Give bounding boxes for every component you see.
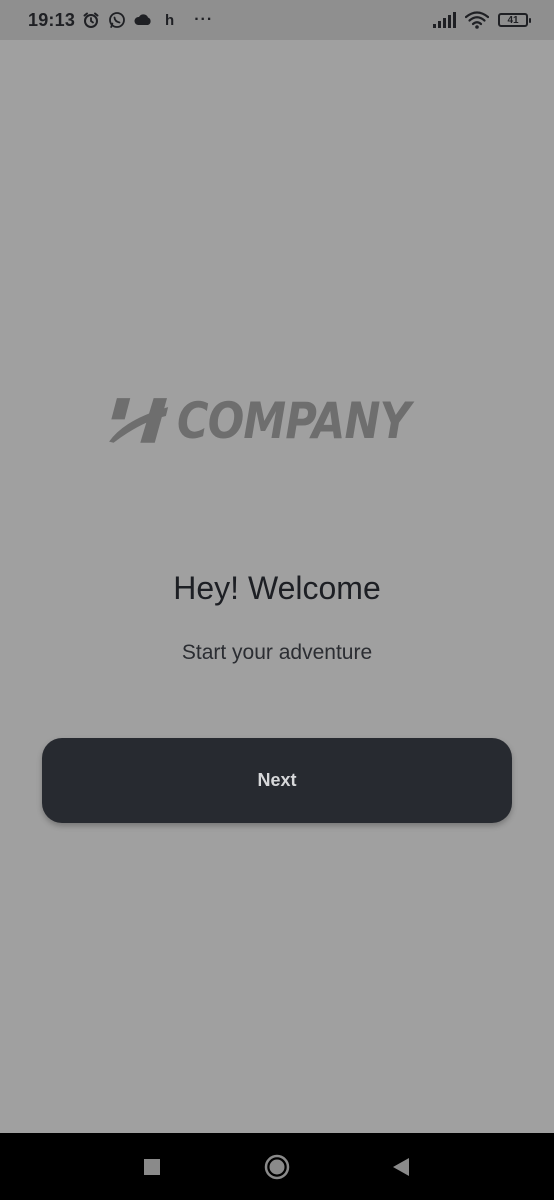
company-logo: COMPANY	[108, 378, 448, 464]
recents-button[interactable]	[122, 1133, 182, 1200]
navigation-bar	[0, 1133, 554, 1200]
welcome-subtitle: Start your adventure	[181, 641, 373, 664]
square-icon	[144, 1158, 160, 1175]
signal-icon	[432, 10, 456, 30]
onboarding-screen: 19:13 h ··· 41 COMPANY Hey! Welcome Star…	[0, 0, 554, 1200]
status-left: 19:13 h ···	[28, 10, 213, 31]
next-button[interactable]: Next	[42, 738, 512, 823]
logo-wordmark: COMPANY	[177, 392, 411, 450]
home-button[interactable]	[247, 1133, 307, 1200]
circle-icon	[264, 1154, 290, 1179]
wifi-icon	[464, 10, 490, 30]
battery-icon: 41	[498, 13, 531, 27]
more-notifications-icon: ···	[194, 11, 214, 28]
alarm-icon	[81, 10, 101, 30]
status-bar: 19:13 h ··· 41	[0, 0, 554, 40]
status-right: 41	[432, 10, 531, 30]
welcome-title: Hey! Welcome	[173, 570, 381, 606]
status-time: 19:13	[28, 9, 76, 30]
back-button[interactable]	[371, 1133, 431, 1200]
whatsapp-icon	[107, 10, 127, 30]
status-notification-h: h	[165, 11, 175, 29]
back-triangle-icon	[393, 1157, 409, 1176]
cloud-icon	[133, 10, 153, 30]
logo-mark-icon	[109, 398, 169, 443]
